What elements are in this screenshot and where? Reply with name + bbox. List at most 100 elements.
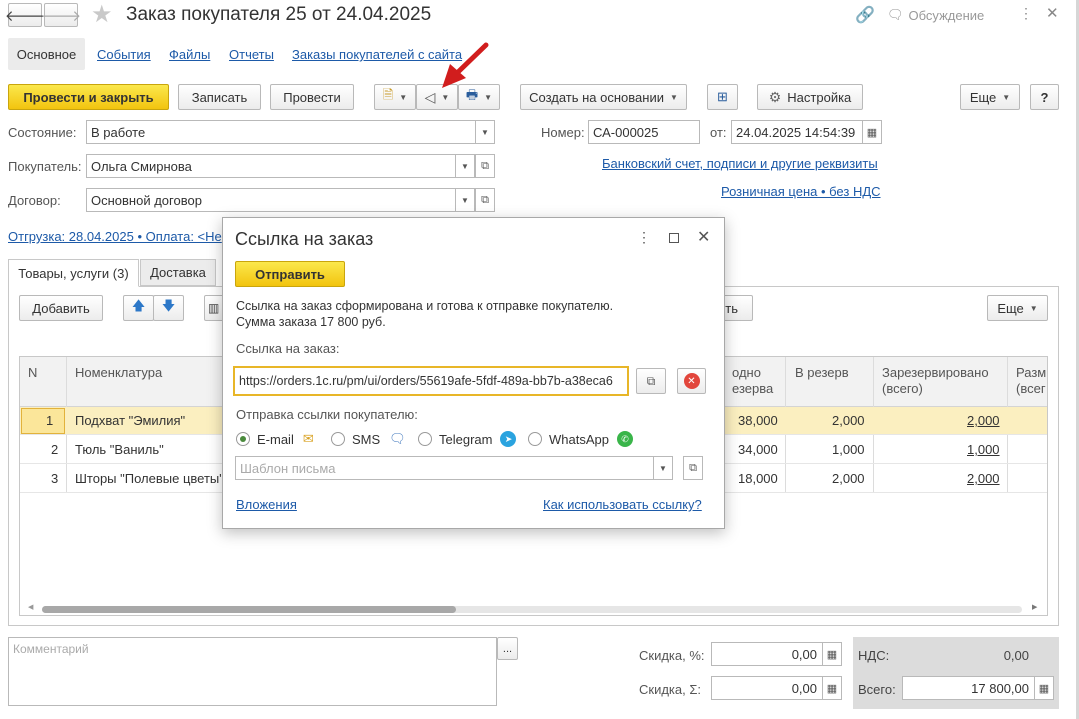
tab-goods[interactable]: Товары, услуги (3) xyxy=(8,259,139,287)
back-button[interactable]: 🡐 xyxy=(4,3,46,27)
discount-sum-calc-button[interactable]: ▦ xyxy=(822,676,842,700)
window-close-icon[interactable]: ✕ xyxy=(1046,4,1059,22)
scroll-right-arrow[interactable]: ▶ xyxy=(1032,603,1037,611)
header-reserve[interactable]: В резерв xyxy=(795,365,849,380)
dialog-close-icon[interactable]: ✕ xyxy=(697,227,710,247)
row-item[interactable]: Шторы "Полевые цветы" xyxy=(75,471,224,486)
row-reserve[interactable]: 2,000 xyxy=(832,471,865,486)
link-icon[interactable]: 🔗 xyxy=(855,5,875,25)
date-value: 24.04.2025 14:54:39 xyxy=(736,124,856,140)
discount-pct-calc-button[interactable]: ▦ xyxy=(822,642,842,666)
open-template-button[interactable]: ⧉ xyxy=(683,456,703,480)
channel-telegram-radio[interactable]: Telegram ➤ xyxy=(418,431,517,447)
state-value: В работе xyxy=(91,124,146,140)
header-free[interactable]: одно езерва xyxy=(732,365,773,397)
row-free[interactable]: 38,000 xyxy=(738,413,778,428)
add-row-button[interactable]: Добавить xyxy=(19,295,103,321)
open-contract-button[interactable]: ⧉ xyxy=(475,188,495,212)
tab-main[interactable]: Основное xyxy=(8,38,85,70)
settings-button[interactable]: ⚙ Настройка xyxy=(757,84,863,110)
row-reserve[interactable]: 1,000 xyxy=(832,442,865,457)
row-number: 2 xyxy=(51,442,59,457)
move-up-button[interactable]: 🡅 xyxy=(123,295,154,321)
how-to-use-link[interactable]: Как использовать ссылку? xyxy=(543,497,702,512)
arrow-left-icon: 🡐 xyxy=(4,7,46,25)
email-template-field[interactable]: Шаблон письма ▼ xyxy=(235,456,673,480)
state-field[interactable]: В работе ▼ xyxy=(86,120,495,144)
tab-delivery[interactable]: Доставка xyxy=(140,259,216,286)
discount-sum-label: Скидка, Σ: xyxy=(639,682,701,697)
tab-main-label: Основное xyxy=(16,46,77,62)
comment-field[interactable]: Комментарий xyxy=(8,637,497,706)
help-button[interactable]: ? xyxy=(1030,84,1059,110)
tab-files[interactable]: Файлы xyxy=(169,47,210,62)
total-calc-button[interactable]: ▦ xyxy=(1034,676,1054,700)
row-free[interactable]: 34,000 xyxy=(738,442,778,457)
header-item[interactable]: Номенклатура xyxy=(75,365,162,380)
open-customer-button[interactable]: ⧉ xyxy=(475,154,495,178)
sms-bubble-icon: 🗨 xyxy=(389,431,406,446)
more-button[interactable]: Еще ▼ xyxy=(960,84,1020,110)
move-down-button[interactable]: 🡇 xyxy=(153,295,184,321)
chevron-down-icon[interactable]: ▼ xyxy=(455,189,474,211)
post-button[interactable]: Провести xyxy=(270,84,354,110)
header-reserved[interactable]: Зарезервировано (всего) xyxy=(882,365,989,397)
calendar-icon[interactable]: ▦ xyxy=(862,121,881,143)
tab-events[interactable]: События xyxy=(97,47,151,62)
more-label: Еще xyxy=(969,89,997,105)
row-number-cell-selected[interactable] xyxy=(21,408,65,434)
save-button[interactable]: Записать xyxy=(178,84,261,110)
chevron-down-icon[interactable]: ▼ xyxy=(653,457,672,479)
row-item[interactable]: Тюль "Ваниль" xyxy=(75,442,164,457)
row-reserved[interactable]: 2,000 xyxy=(967,471,1000,486)
clear-link-button[interactable]: ✕ xyxy=(677,368,706,394)
chevron-down-icon[interactable]: ▼ xyxy=(455,155,474,177)
row-reserved[interactable]: 2,000 xyxy=(967,413,1000,428)
comment-expand-button[interactable]: ... xyxy=(497,637,518,660)
calculator-icon: ▦ xyxy=(826,682,838,695)
forward-button[interactable]: 🡒 xyxy=(41,3,81,27)
scroll-left-arrow[interactable]: ◀ xyxy=(28,603,33,611)
tab-delivery-label: Доставка xyxy=(150,265,206,280)
header-size[interactable]: Разм (всег xyxy=(1016,365,1046,397)
retail-price-link[interactable]: Розничная цена • без НДС xyxy=(721,184,881,199)
favorite-star-icon[interactable]: ★ xyxy=(91,0,113,29)
row-reserved[interactable]: 1,000 xyxy=(967,442,1000,457)
send-button[interactable]: Отправить xyxy=(235,261,345,287)
channel-sms-radio[interactable]: SMS 🗨 xyxy=(331,431,406,447)
order-link-field[interactable]: https://orders.1c.ru/pm/ui/orders/55619a… xyxy=(233,366,629,396)
dialog-message-line1: Ссылка на заказ сформирована и готова к … xyxy=(236,299,614,313)
document-actions-button[interactable]: 🗎 ▼ xyxy=(374,84,416,110)
shipment-payment-link[interactable]: Отгрузка: 28.04.2025 • Оплата: <Не xyxy=(8,229,222,244)
discount-sum-field[interactable]: 0,00 xyxy=(711,676,823,700)
customer-field[interactable]: Ольга Смирнова ▼ xyxy=(86,154,475,178)
dialog-maximize-icon[interactable] xyxy=(669,233,679,243)
date-label: от: xyxy=(710,125,727,140)
tab-reports[interactable]: Отчеты xyxy=(229,47,274,62)
channel-whatsapp-radio[interactable]: WhatsApp ✆ xyxy=(528,431,633,447)
window-menu-icon[interactable]: ⋮ xyxy=(1019,5,1033,22)
row-reserve[interactable]: 2,000 xyxy=(832,413,865,428)
date-field[interactable]: 24.04.2025 14:54:39 ▦ xyxy=(731,120,882,144)
row-item[interactable]: Подхват "Эмилия" xyxy=(75,413,185,428)
discussion-button[interactable]: 🗨 Обсуждение xyxy=(887,7,984,23)
table-more-button[interactable]: Еще ▼ xyxy=(987,295,1048,321)
create-based-on-button[interactable]: Создать на основании ▼ xyxy=(520,84,687,110)
discount-pct-value: 0,00 xyxy=(791,646,817,662)
row-free[interactable]: 18,000 xyxy=(738,471,778,486)
header-n[interactable]: N xyxy=(28,365,37,380)
copy-link-button[interactable]: ⧉ xyxy=(636,368,666,394)
number-field[interactable]: СА-000025 xyxy=(588,120,700,144)
post-and-close-button[interactable]: Провести и закрыть xyxy=(8,84,169,110)
discount-pct-field[interactable]: 0,00 xyxy=(711,642,823,666)
chevron-down-icon[interactable]: ▼ xyxy=(475,121,494,143)
bank-details-link[interactable]: Банковский счет, подписи и другие реквиз… xyxy=(602,156,878,171)
dialog-menu-icon[interactable]: ⋮ xyxy=(637,229,651,246)
channel-email-radio[interactable]: E-mail ✉ xyxy=(236,431,314,447)
structure-button[interactable]: ⊞ xyxy=(707,84,738,110)
contract-field[interactable]: Основной договор ▼ xyxy=(86,188,475,212)
attachments-link[interactable]: Вложения xyxy=(236,497,297,512)
total-field[interactable]: 17 800,00 xyxy=(902,676,1035,700)
horizontal-scrollbar-thumb[interactable] xyxy=(42,606,456,613)
arrow-up-icon: 🡅 xyxy=(131,298,146,313)
